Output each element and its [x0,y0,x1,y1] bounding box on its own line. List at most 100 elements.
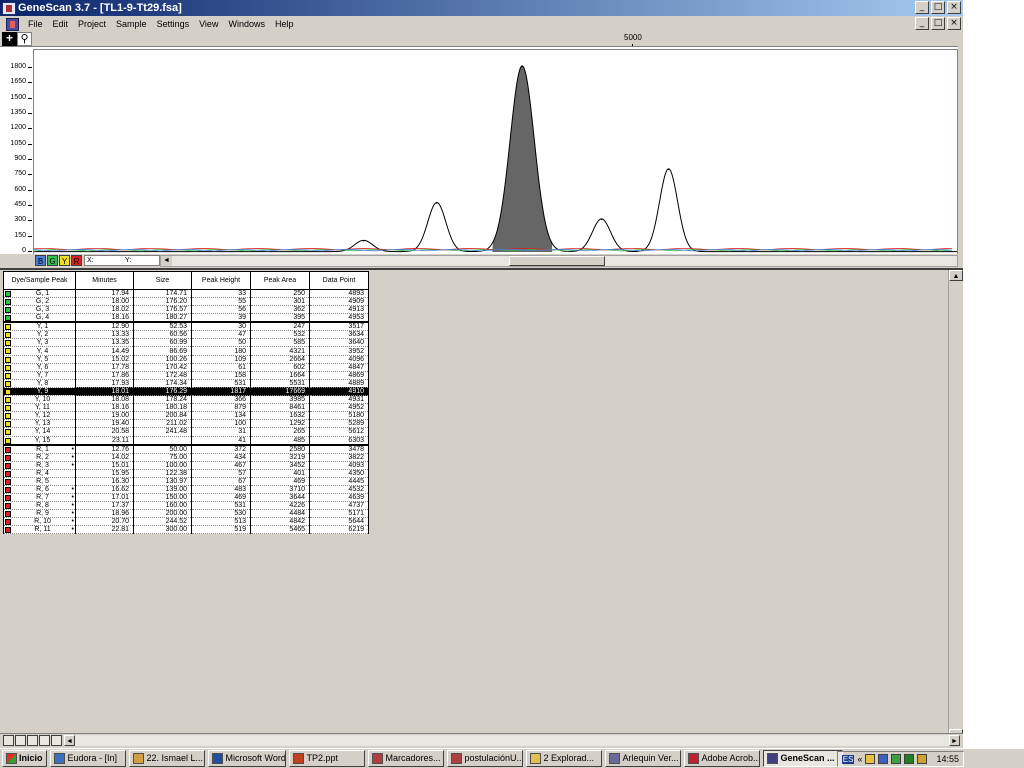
tray-star-icon[interactable] [904,754,915,764]
peak-apex-point[interactable] [600,218,603,221]
edit-icon[interactable] [27,735,38,746]
taskbar-button[interactable]: Arlequin Ver... [604,750,681,767]
tray-expand-icon[interactable]: « [857,754,862,764]
zoom-tool-icon[interactable]: ⚲ [17,32,32,46]
table-row[interactable]: R, 10 • 20.70 244.52 513 4842 5644 [3,517,369,527]
table-row[interactable]: Y, 11 18.16 180.18 879 8461 4952 [3,403,369,413]
taskbar-button[interactable]: postulaciónU... [446,750,523,767]
table-row[interactable]: Y, 2 13.33 60.56 47 532 3634 [3,330,369,340]
table-row[interactable]: G, 4 18.16 180.27 39 395 4953 [3,313,369,324]
table-scroll-right-icon[interactable]: ► [949,735,960,746]
taskbar-button[interactable]: 2 Explorad... [525,750,602,767]
taskbar-button[interactable]: 22. Ismael L... [128,750,205,767]
table-row[interactable]: Y, 7 17.86 172.48 158 1664 4869 [3,371,369,380]
network-icon[interactable] [878,754,889,764]
taskbar-button[interactable]: Adobe Acrob... [683,750,760,767]
peak-apex-point[interactable] [362,239,365,242]
table-view-icon[interactable] [3,735,14,746]
cell-peak: G, 4 [3,313,76,324]
header-peak-area[interactable]: Peak Area [250,271,310,290]
table-vertical-scrollbar[interactable]: ▲ ▼ [948,270,963,740]
table-row[interactable]: R, 5 16.30 130.97 67 469 4445 [3,477,369,486]
table-horizontal-scrollbar[interactable]: ◄ ► [64,735,960,746]
menu-edit[interactable]: Edit [48,19,74,29]
table-row[interactable]: Y, 15 23.11 41 485 6303 [3,436,369,446]
header-dye-sample-peak[interactable]: Dye/Sample Peak [3,271,76,290]
plot-horizontal-scrollbar[interactable]: ◄ [160,255,958,267]
doc-close-button[interactable]: × [947,17,961,30]
table-row[interactable]: R, 11 • 22.81 300.00 519 5465 6219 [3,525,369,535]
peak-icon[interactable] [39,735,50,746]
table-row[interactable]: R, 4 15.95 122.38 57 401 4350 [3,469,369,478]
minimize-button[interactable]: _ [915,1,929,14]
taskbar-button[interactable]: GeneScan ... [762,750,843,767]
tray-pen-icon[interactable] [917,754,928,764]
crosshair-tool-icon[interactable]: + [2,32,17,46]
peak-apex-point[interactable] [436,202,438,204]
dye-button-red[interactable]: R [71,255,82,266]
menu-view[interactable]: View [194,19,223,29]
menu-settings[interactable]: Settings [152,19,195,29]
table-row[interactable]: R, 6 • 16.62 139.00 483 3710 4532 [3,485,369,494]
header-minutes[interactable]: Minutes [75,271,134,290]
taskbar-button[interactable]: Microsoft Word [207,750,286,767]
menu-sample[interactable]: Sample [111,19,152,29]
y-tick-mark [28,143,32,145]
taskbar-button[interactable]: TP2.ppt [288,750,365,767]
menu-project[interactable]: Project [73,19,111,29]
menu-windows[interactable]: Windows [223,19,270,29]
table-row[interactable]: R, 7 • 17.01 150.00 469 3644 4639 [3,493,369,503]
table-row[interactable]: R, 3 • 15.01 100.00 467 3452 4093 [3,461,369,470]
table-row[interactable]: Y, 13 19.40 211.02 100 1292 5289 [3,419,369,429]
overlay-icon[interactable] [51,735,62,746]
tray-app-icon[interactable] [865,754,876,764]
menu-file[interactable]: File [23,19,48,29]
table-row[interactable]: R, 9 • 18.96 200.00 530 4484 5171 [3,509,369,519]
start-button[interactable]: Inicio [2,750,47,767]
table-row[interactable]: Y, 9 18.01 176.29 1817 17669 4910 [3,387,369,397]
close-button[interactable]: × [947,1,961,14]
scroll-left-icon[interactable]: ◄ [161,256,172,266]
table-row[interactable]: Y, 6 17.78 170.42 61 602 4847 [3,363,369,372]
header-data-point[interactable]: Data Point [309,271,369,290]
dye-button-yellow[interactable]: Y [59,255,70,266]
taskbar-button[interactable]: Marcadores... [367,750,444,767]
table-row[interactable]: Y, 10 18.08 178.24 366 3985 4931 [3,395,369,405]
table-row[interactable]: Y, 12 19.00 200.84 134 1632 5180 [3,411,369,421]
document-icon[interactable] [6,17,19,31]
table-row[interactable]: G, 3 18.02 176.57 56 362 4913 [3,305,369,315]
table-row[interactable]: R, 2 • 14.02 75.00 434 3219 3822 [3,453,369,462]
maximize-button[interactable]: □ [931,1,945,14]
table-row[interactable]: G, 2 18.00 176.20 55 301 4909 [3,297,369,307]
scroll-thumb[interactable] [509,256,605,266]
info-icon[interactable] [15,735,26,746]
table-row[interactable]: Y, 1 12.90 52.53 30 247 3517 [3,322,369,332]
table-row[interactable]: Y, 8 17.93 174.34 531 5531 4889 [3,379,369,388]
table-row[interactable]: R, 1 • 12.76 50.00 372 2580 3478 [3,444,369,454]
highlighted-peak-fill[interactable] [492,65,553,253]
plot-area[interactable] [33,49,958,256]
menu-help[interactable]: Help [270,19,299,29]
language-indicator[interactable]: ES [841,754,855,764]
cell-minutes: 19.00 [75,411,134,421]
doc-restore-button[interactable]: □ [931,17,945,30]
table-row[interactable]: Y, 5 15.02 100.26 109 2664 4096 [3,355,369,364]
peak-apex-point[interactable] [521,65,523,68]
table-row[interactable]: Y, 14 20.58 241.48 31 265 5612 [3,427,369,437]
taskbar-button[interactable]: Eudora - [In] [49,750,126,767]
table-row[interactable]: Y, 4 14.49 86.69 180 4321 3952 [3,346,369,356]
windows-logo-icon [6,753,17,764]
dye-button-blue[interactable]: B [35,255,46,266]
header-size[interactable]: Size [133,271,192,290]
app-icon[interactable] [2,1,16,15]
table-row[interactable]: Y, 3 13.35 60.99 50 585 3640 [3,338,369,348]
tray-app-icon[interactable] [891,754,902,764]
header-peak-height[interactable]: Peak Height [191,271,251,290]
peak-apex-point[interactable] [667,168,670,170]
dye-button-green[interactable]: G [47,255,58,266]
table-row[interactable]: R, 8 • 17.37 160.00 531 4226 4737 [3,501,369,511]
table-row[interactable]: G, 1 17.94 174.71 33 250 4893 [3,289,369,299]
doc-minimize-button[interactable]: _ [915,17,929,30]
scroll-up-icon[interactable]: ▲ [949,270,963,281]
table-scroll-left-icon[interactable]: ◄ [64,735,75,746]
